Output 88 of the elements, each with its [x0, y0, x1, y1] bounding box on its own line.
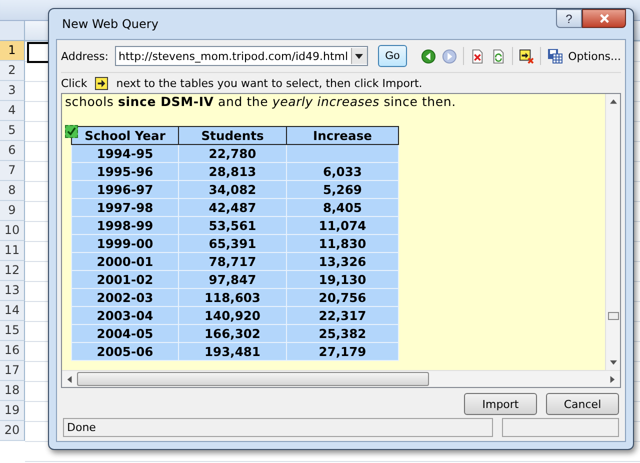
row-number[interactable]: 5: [0, 121, 25, 141]
table-cell: 28,813: [178, 162, 286, 180]
table-cell: 65,391: [178, 234, 286, 252]
row-number[interactable]: 1: [0, 41, 25, 61]
instruction-text: Click: [61, 76, 88, 90]
horizontal-scrollbar[interactable]: [62, 370, 620, 387]
intro-paragraph: schools since DSM-IV and the yearly increases since then.: [65, 94, 457, 109]
row-number[interactable]: 12: [0, 261, 25, 281]
row-number[interactable]: 2: [0, 61, 25, 81]
row-number[interactable]: 18: [0, 381, 25, 401]
row-number[interactable]: 16: [0, 341, 25, 361]
table-cell: 19,130: [286, 270, 398, 288]
table-cell: 2000-01: [72, 252, 178, 270]
save-table-icon: [547, 48, 564, 64]
column-header: Students: [178, 126, 286, 144]
table-cell: 22,317: [286, 306, 398, 324]
row-number[interactable]: 14: [0, 301, 25, 321]
row-number[interactable]: 10: [0, 221, 25, 241]
options-button[interactable]: Options...: [547, 48, 622, 64]
status-bar: Done: [63, 418, 493, 437]
go-button[interactable]: Go: [378, 45, 408, 67]
table-cell: 1999-00: [72, 234, 178, 252]
table-cell: 34,082: [178, 180, 286, 198]
cancel-button[interactable]: Cancel: [546, 393, 619, 415]
back-icon[interactable]: [421, 48, 436, 64]
row-number[interactable]: 17: [0, 361, 25, 381]
address-label: Address:: [61, 50, 109, 62]
column-header: School Year: [72, 126, 178, 144]
table-cell: 8,405: [286, 198, 398, 216]
table-cell: 1995-96: [72, 162, 178, 180]
row-number[interactable]: 11: [0, 241, 25, 261]
scroll-down-icon[interactable]: [610, 360, 616, 365]
table-cell: 140,920: [178, 306, 286, 324]
table-cell: 1994-95: [72, 144, 178, 162]
checkmark-icon: [67, 127, 76, 136]
row-number[interactable]: 6: [0, 141, 25, 161]
scroll-left-icon[interactable]: [67, 376, 72, 382]
row-number[interactable]: 4: [0, 101, 25, 121]
table-cell: 118,603: [178, 288, 286, 306]
row-number[interactable]: 13: [0, 281, 25, 301]
table-cell: 1996-97: [72, 180, 178, 198]
table-cell: 5,269: [286, 180, 398, 198]
table-cell: 78,717: [178, 252, 286, 270]
column-header: Increase: [286, 126, 398, 144]
import-button[interactable]: Import: [464, 393, 537, 415]
vertical-scrollbar[interactable]: [605, 94, 620, 370]
table-cell: 2003-04: [72, 306, 178, 324]
table-cell: 1997-98: [72, 198, 178, 216]
row-number[interactable]: 8: [0, 181, 25, 201]
table-cell: 22,780: [178, 144, 286, 162]
forward-icon[interactable]: [442, 48, 458, 64]
row-number[interactable]: 9: [0, 201, 25, 221]
row-number[interactable]: 7: [0, 161, 25, 181]
table-cell: 27,179: [286, 342, 398, 360]
close-button[interactable]: [582, 9, 626, 28]
refresh-icon[interactable]: [491, 48, 506, 64]
scroll-right-icon[interactable]: [610, 376, 615, 382]
table-cell: 11,830: [286, 234, 398, 252]
table-cell: 11,074: [286, 216, 398, 234]
table-cell: 1998-99: [72, 216, 178, 234]
row-number[interactable]: 20: [0, 421, 25, 441]
table-cell: 20,756: [286, 288, 398, 306]
table-cell: 193,481: [178, 342, 286, 360]
scroll-thumb[interactable]: [77, 372, 429, 386]
table-cell: 2001-02: [72, 270, 178, 288]
table-cell: 53,561: [178, 216, 286, 234]
table-select-arrow-icon: [95, 76, 108, 90]
instruction-text: next to the tables you want to select, then click Import.: [116, 76, 422, 90]
table-cell: 6,033: [286, 162, 398, 180]
table-cell: 2004-05: [72, 324, 178, 342]
scroll-thumb[interactable]: [608, 312, 618, 320]
row-number[interactable]: 15: [0, 321, 25, 341]
close-icon[interactable]: [598, 13, 610, 24]
window-title: New Web Query: [61, 17, 158, 31]
table-cell: 42,487: [178, 198, 286, 216]
table-cell: 25,382: [286, 324, 398, 342]
help-button[interactable]: ?: [556, 9, 582, 28]
stop-icon[interactable]: [470, 48, 486, 64]
table-cell: 166,302: [178, 324, 286, 342]
table-selected-checkbox[interactable]: [65, 125, 78, 138]
scroll-up-icon[interactable]: [610, 99, 616, 104]
table-cell: 97,847: [178, 270, 286, 288]
table-cell: 2002-03: [72, 288, 178, 306]
table-cell: 13,326: [286, 252, 398, 270]
table-cell: 2005-06: [72, 342, 178, 360]
row-number[interactable]: 19: [0, 401, 25, 421]
address-combo-box[interactable]: http://stevens_mom.tripod.com/id49.html: [114, 46, 368, 66]
row-number[interactable]: 3: [0, 81, 25, 101]
